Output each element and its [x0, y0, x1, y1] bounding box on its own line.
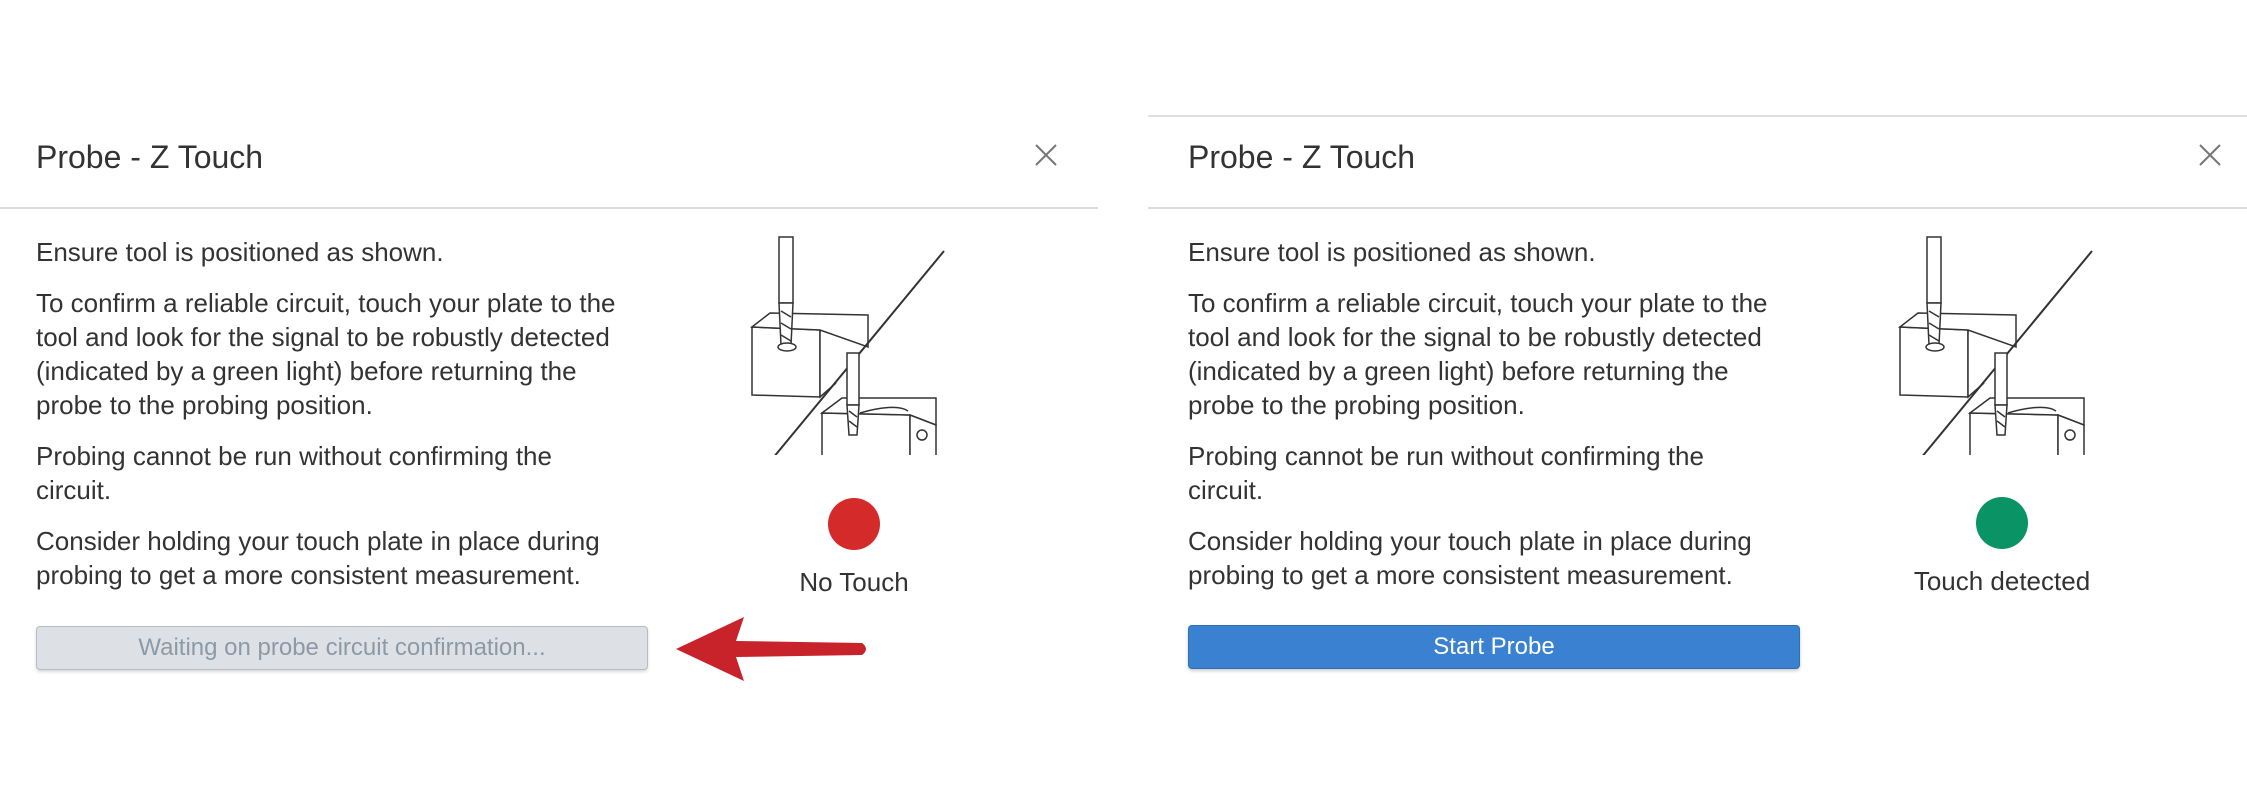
status-label: No Touch	[799, 567, 909, 597]
waiting-confirmation-button[interactable]: Waiting on probe circuit confirmation...	[36, 626, 648, 670]
instruction-paragraph: Consider holding your touch plate in pla…	[1188, 526, 1752, 590]
close-icon[interactable]	[1030, 139, 1062, 171]
instructions: Ensure tool is positioned as shown. To c…	[1188, 235, 1808, 609]
instruction-paragraph: Probing cannot be run without confirming…	[36, 441, 552, 505]
instructions: Ensure tool is positioned as shown. To c…	[36, 235, 656, 609]
close-icon[interactable]	[2194, 139, 2226, 171]
dialog-header: Probe - Z Touch	[0, 115, 1098, 209]
dialog-title: Probe - Z Touch	[1188, 139, 1416, 175]
status-label: Touch detected	[1913, 566, 2091, 596]
instruction-paragraph: To confirm a reliable circuit, touch you…	[36, 288, 616, 420]
probe-position-illustration	[749, 236, 945, 455]
instruction-paragraph: To confirm a reliable circuit, touch you…	[1188, 288, 1768, 420]
status-light-green	[1976, 497, 2028, 549]
probe-dialog-no-touch: Probe - Z Touch Ensure tool is positione…	[0, 115, 1098, 735]
instruction-paragraph: Ensure tool is positioned as shown.	[36, 237, 444, 267]
dialog-header: Probe - Z Touch	[1148, 115, 2247, 209]
instruction-paragraph: Probing cannot be run without confirming…	[1188, 441, 1704, 505]
instruction-paragraph: Consider holding your touch plate in pla…	[36, 526, 600, 590]
probe-position-illustration	[1897, 236, 2093, 455]
dialog-title: Probe - Z Touch	[36, 139, 264, 175]
instruction-paragraph: Ensure tool is positioned as shown.	[1188, 237, 1596, 267]
arrow-pointer-icon	[676, 617, 866, 681]
status-light-red	[828, 498, 880, 550]
probe-dialog-touch-detected: Probe - Z Touch Ensure tool is positione…	[1148, 115, 2247, 735]
start-probe-button[interactable]: Start Probe	[1188, 625, 1800, 669]
